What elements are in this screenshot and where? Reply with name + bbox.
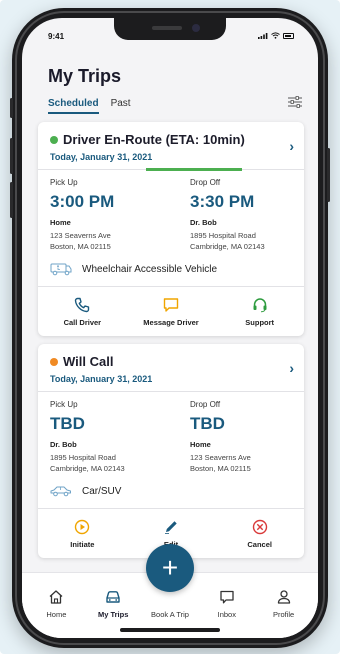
car-icon	[50, 486, 71, 497]
dropoff-label: Drop Off	[190, 178, 221, 187]
inbox-icon	[220, 590, 234, 604]
pickup-label: Pick Up	[50, 178, 78, 187]
divider	[38, 391, 304, 392]
dropoff-address-line2: Cambridge, MA 02143	[190, 242, 265, 251]
cancel-circle-icon	[252, 519, 267, 534]
initiate-button[interactable]: Initiate	[38, 509, 127, 558]
trip-card[interactable]: Driver En-Route (ETA: 10min) Today, Janu…	[38, 122, 304, 336]
status-dot-green	[50, 135, 58, 144]
call-driver-label: Call Driver	[63, 317, 102, 327]
support-label: Support	[245, 317, 275, 327]
power-button	[327, 148, 330, 202]
pickup-address-line1: 123 Seaverns Ave	[50, 231, 111, 240]
page-title: My Trips	[48, 66, 122, 86]
nav-home-label: Home	[46, 610, 67, 619]
message-driver-label: Message Driver	[143, 317, 199, 327]
trip-status-text: Will Call	[63, 354, 114, 369]
nav-profile-label: Profile	[272, 610, 295, 619]
dropoff-label: Drop Off	[190, 400, 221, 409]
home-indicator	[120, 628, 220, 632]
initiate-label: Initiate	[70, 539, 95, 549]
status-time: 9:41	[48, 32, 65, 41]
message-driver-button[interactable]: Message Driver	[127, 287, 216, 336]
dropoff-place: Home	[190, 440, 211, 449]
pickup-address-line2: Boston, MA 02115	[50, 242, 111, 251]
pickup-time: TBD	[50, 414, 85, 433]
nav-profile[interactable]: Profile	[255, 573, 312, 638]
trip-status-text: Driver En-Route (ETA: 10min)	[63, 132, 245, 147]
cancel-button[interactable]: Cancel	[215, 509, 304, 558]
volume-down-button	[10, 182, 13, 218]
tab-scheduled[interactable]: Scheduled	[48, 98, 99, 114]
profile-icon	[277, 590, 290, 604]
plus-icon: +	[161, 552, 179, 583]
tab-past[interactable]: Past	[111, 98, 131, 114]
dropoff-address-line1: 123 Seaverns Ave	[190, 453, 251, 462]
trip-date: Today, January 31, 2021	[50, 374, 153, 384]
vehicle-type: Wheelchair Accessible Vehicle	[82, 263, 218, 275]
dropoff-column: Drop Off TBD Home 123 Seaverns Ave Bosto…	[190, 400, 310, 474]
nav-inbox-label: Inbox	[217, 610, 236, 619]
wifi-icon	[271, 32, 280, 39]
status-dot-orange	[50, 357, 58, 366]
dropoff-address-line1: 1895 Hospital Road	[190, 231, 256, 240]
chevron-right-icon[interactable]: ›	[289, 360, 294, 376]
battery-icon	[283, 32, 294, 39]
car-icon	[106, 591, 120, 603]
vehicle-info: Wheelchair Accessible Vehicle	[50, 262, 217, 276]
dropoff-time: 3:30 PM	[190, 192, 255, 211]
home-icon	[49, 590, 63, 604]
book-trip-fab[interactable]: +	[146, 544, 194, 592]
status-icons	[258, 32, 294, 39]
trip-progress-bar	[146, 168, 242, 171]
dropoff-address-line2: Boston, MA 02115	[190, 464, 251, 473]
trip-actions: Call Driver Message Driver Support	[38, 286, 304, 336]
pickup-time: 3:00 PM	[50, 192, 115, 211]
page-header: My Trips	[48, 66, 121, 87]
nav-my-trips-label: My Trips	[97, 610, 129, 619]
pickup-place: Home	[50, 218, 71, 227]
wheelchair-van-icon	[50, 263, 72, 276]
signal-icon	[258, 32, 268, 39]
vehicle-type: Car/SUV	[82, 485, 122, 497]
support-button[interactable]: Support	[215, 287, 304, 336]
trip-date: Today, January 31, 2021	[50, 152, 153, 162]
pickup-address-line2: Cambridge, MA 02143	[50, 464, 125, 473]
dropoff-place: Dr. Bob	[190, 218, 217, 227]
headset-icon	[253, 297, 267, 312]
volume-up-button	[10, 138, 13, 174]
filter-icon[interactable]	[288, 96, 302, 108]
pickup-address-line1: 1895 Hospital Road	[50, 453, 116, 462]
dropoff-column: Drop Off 3:30 PM Dr. Bob 1895 Hospital R…	[190, 178, 310, 252]
pickup-column: Pick Up 3:00 PM Home 123 Seaverns Ave Bo…	[50, 178, 170, 252]
pickup-place: Dr. Bob	[50, 440, 77, 449]
status-bar: 9:41	[22, 18, 318, 58]
trip-card[interactable]: Will Call Today, January 31, 2021 › Pick…	[38, 344, 304, 558]
call-driver-button[interactable]: Call Driver	[38, 287, 127, 336]
trip-status: Will Call	[50, 354, 113, 369]
trip-tabs: Scheduled Past	[48, 98, 131, 114]
chevron-right-icon[interactable]: ›	[289, 138, 294, 154]
phone-icon	[75, 297, 90, 312]
vehicle-info: Car/SUV	[50, 484, 121, 498]
pickup-label: Pick Up	[50, 400, 78, 409]
pencil-icon	[165, 520, 177, 534]
phone-screen: 9:41 My Trips Scheduled Past Driver En-R…	[22, 18, 318, 638]
cancel-label: Cancel	[247, 539, 272, 549]
play-circle-icon	[75, 519, 90, 534]
nav-home[interactable]: Home	[28, 573, 85, 638]
pickup-column: Pick Up TBD Dr. Bob 1895 Hospital Road C…	[50, 400, 170, 474]
mute-switch	[10, 98, 13, 118]
nav-book-a-trip-label: Book A Trip	[151, 610, 189, 619]
message-icon	[163, 297, 179, 312]
trip-status: Driver En-Route (ETA: 10min)	[50, 132, 245, 147]
dropoff-time: TBD	[190, 414, 225, 433]
